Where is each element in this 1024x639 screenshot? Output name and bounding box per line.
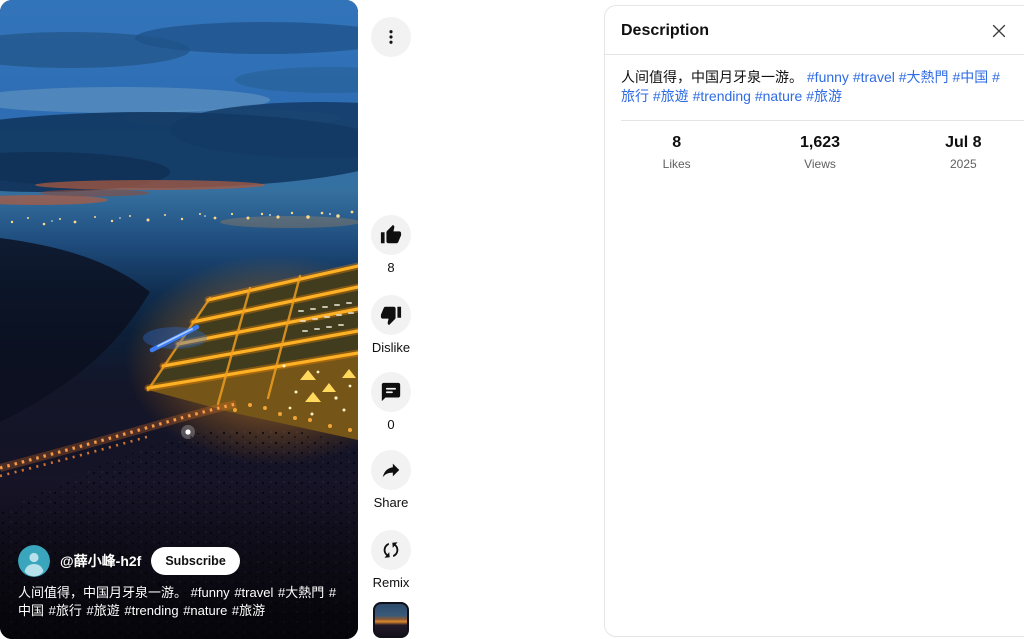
stat-label: 2025 — [892, 157, 1024, 171]
stats-row: 8 Likes 1,623 Views Jul 8 2025 — [605, 121, 1024, 171]
subscribe-button[interactable]: Subscribe — [151, 547, 239, 575]
share-group: Share — [351, 450, 431, 510]
caption-hashtag[interactable]: #旅行 — [49, 603, 82, 618]
caption-hashtag[interactable]: #旅遊 — [87, 603, 120, 618]
thumb-down-icon — [380, 304, 402, 326]
description-hashtag[interactable]: #旅游 — [806, 88, 842, 104]
caption-hashtag[interactable]: #大熱門 — [278, 585, 324, 600]
description-hashtag[interactable]: #旅遊 — [653, 88, 689, 104]
description-text: 人间值得，中国月牙泉一游。 — [621, 69, 803, 85]
comments-group: 0 — [351, 372, 431, 432]
comments-count: 0 — [387, 418, 394, 432]
close-icon — [988, 20, 1010, 42]
description-hashtag[interactable]: #中国 — [952, 69, 988, 85]
dislike-group: Dislike — [351, 295, 431, 355]
description-panel-header: Description — [605, 6, 1024, 54]
caption-hashtag[interactable]: #trending — [124, 603, 178, 618]
close-button[interactable] — [987, 19, 1011, 43]
description-panel-title: Description — [621, 22, 709, 40]
description-hashtag[interactable]: #大熱門 — [899, 69, 949, 85]
share-arrow-icon — [380, 459, 402, 481]
share-button[interactable] — [371, 450, 411, 490]
description-body: 人间值得，中国月牙泉一游。 #funny #travel #大熱門 #中国 #旅… — [605, 55, 1024, 120]
channel-handle[interactable]: @薛小峰-h2f — [60, 551, 141, 571]
description-panel: Description 人间值得，中国月牙泉一游。 #funny #travel… — [604, 5, 1024, 637]
share-label: Share — [374, 496, 409, 510]
stat-label: Likes — [605, 157, 748, 171]
description-hashtag[interactable]: #funny — [807, 69, 849, 85]
remix-icon — [380, 539, 402, 561]
more-menu-group — [351, 17, 431, 57]
caption-hashtag[interactable]: #funny — [191, 585, 230, 600]
like-button[interactable] — [371, 215, 411, 255]
caption-text: 人间值得，中国月牙泉一游。 — [18, 585, 187, 600]
caption-hashtag[interactable]: #旅游 — [232, 603, 265, 618]
description-hashtag[interactable]: #travel — [853, 69, 895, 85]
more-options-button[interactable] — [371, 17, 411, 57]
remix-label: Remix — [373, 576, 410, 590]
stat-value: 8 — [605, 134, 748, 152]
channel-row: @薛小峰-h2f Subscribe — [18, 545, 240, 577]
stat-value: Jul 8 — [892, 134, 1024, 152]
description-hashtag[interactable]: #nature — [755, 88, 802, 104]
stat-likes: 8 Likes — [605, 134, 748, 171]
like-group: 8 — [351, 215, 431, 275]
next-video-thumbnail[interactable] — [373, 602, 409, 638]
channel-avatar[interactable] — [18, 545, 50, 577]
video-thumbnail-group — [351, 602, 431, 638]
like-count: 8 — [387, 261, 394, 275]
stat-date: Jul 8 2025 — [892, 134, 1024, 171]
comment-icon — [380, 381, 402, 403]
person-icon — [18, 545, 50, 577]
remix-button[interactable] — [371, 530, 411, 570]
video-caption[interactable]: 人间值得，中国月牙泉一游。 #funny #travel #大熱門 #中国 #旅… — [18, 584, 346, 620]
shorts-page: @薛小峰-h2f Subscribe 人间值得，中国月牙泉一游。 #funny … — [0, 0, 1024, 639]
caption-hashtag[interactable]: #travel — [234, 585, 273, 600]
stat-label: Views — [748, 157, 891, 171]
dislike-label: Dislike — [372, 341, 410, 355]
description-hashtag[interactable]: #trending — [693, 88, 751, 104]
thumb-up-icon — [380, 224, 402, 246]
caption-hashtag[interactable]: #nature — [183, 603, 227, 618]
stat-value: 1,623 — [748, 134, 891, 152]
remix-group: Remix — [351, 530, 431, 590]
shorts-video-player[interactable]: @薛小峰-h2f Subscribe 人间值得，中国月牙泉一游。 #funny … — [0, 0, 358, 639]
more-vertical-icon — [382, 28, 400, 46]
stat-views: 1,623 Views — [748, 134, 891, 171]
comments-button[interactable] — [371, 372, 411, 412]
dislike-button[interactable] — [371, 295, 411, 335]
